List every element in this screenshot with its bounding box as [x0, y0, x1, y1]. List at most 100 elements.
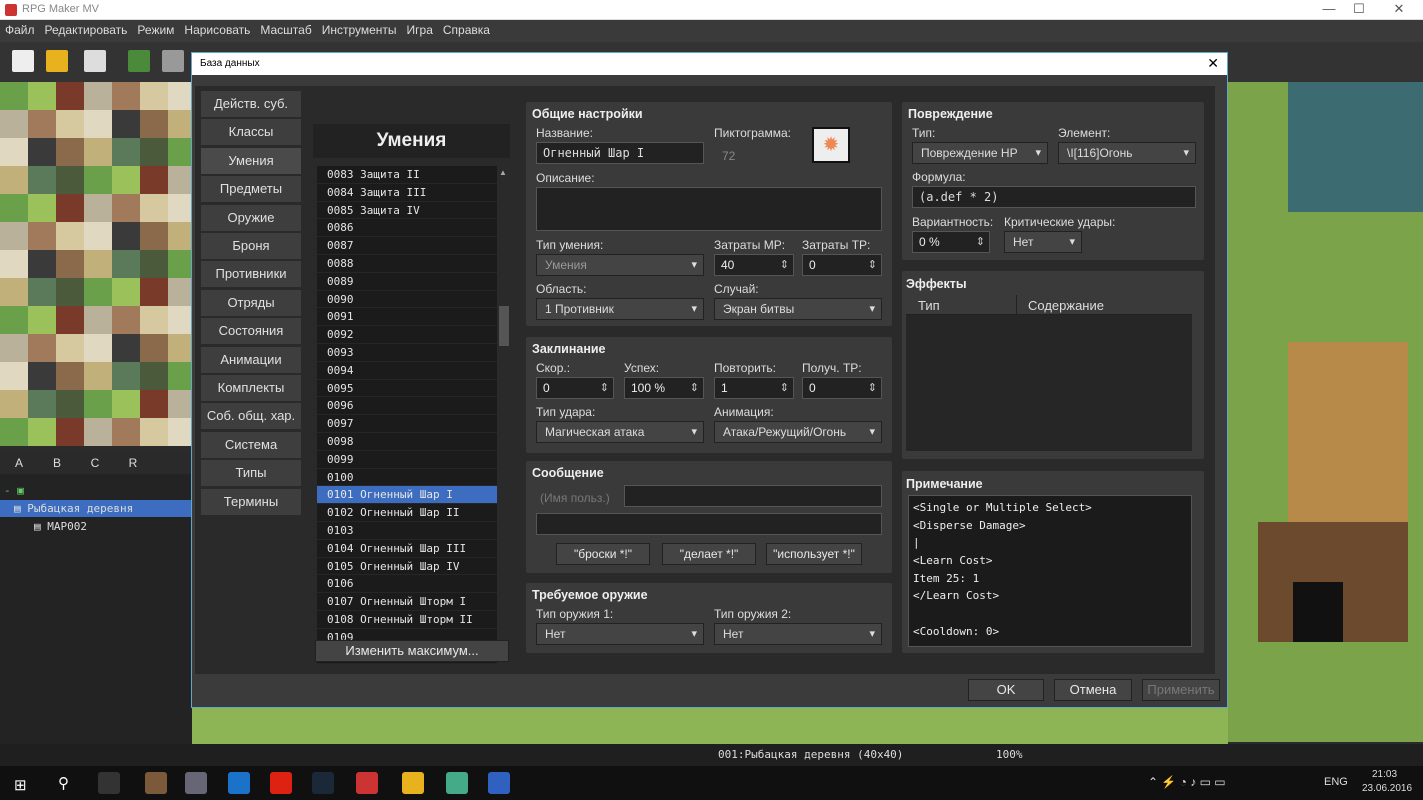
tile[interactable] — [56, 222, 84, 250]
list-item[interactable]: 0100 — [317, 469, 497, 487]
scroll-thumb[interactable] — [499, 306, 509, 346]
taskbar-app-icon[interactable] — [488, 772, 510, 794]
cut-icon[interactable] — [128, 50, 150, 72]
tile[interactable] — [140, 250, 168, 278]
tile[interactable] — [168, 138, 192, 166]
tile[interactable] — [28, 278, 56, 306]
tile[interactable] — [0, 82, 28, 110]
tile[interactable] — [112, 166, 140, 194]
tab-b[interactable]: B — [38, 452, 76, 474]
tile[interactable] — [28, 390, 56, 418]
category-10[interactable]: Комплекты сегм. — [200, 374, 302, 421]
tile[interactable] — [140, 362, 168, 390]
search-icon[interactable]: ⚲ — [58, 774, 69, 792]
tray-date[interactable]: 23.06.2016 — [1362, 783, 1412, 794]
tile[interactable] — [84, 250, 112, 278]
tile[interactable] — [0, 390, 28, 418]
tray-lang[interactable]: ENG — [1324, 776, 1348, 788]
tile[interactable] — [28, 194, 56, 222]
tile[interactable] — [28, 418, 56, 446]
success-spinner[interactable]: 100 % — [624, 377, 704, 399]
list-item[interactable]: 0088 — [317, 255, 497, 273]
tile[interactable] — [112, 362, 140, 390]
map-canvas-bottom[interactable] — [192, 708, 1228, 744]
tile[interactable] — [112, 278, 140, 306]
list-item[interactable]: 0105 Огненный Шар IV — [317, 558, 497, 576]
rpgmaker-taskbar-icon[interactable] — [356, 772, 378, 794]
list-item[interactable]: 0086 — [317, 219, 497, 238]
tile[interactable] — [0, 110, 28, 138]
tile[interactable] — [168, 222, 192, 250]
tile[interactable] — [84, 166, 112, 194]
tile[interactable] — [140, 138, 168, 166]
animation-select[interactable]: Атака/Режущий/Огонь — [714, 421, 882, 443]
list-item[interactable]: 0092 — [317, 326, 497, 344]
tile[interactable] — [140, 390, 168, 418]
tile[interactable] — [28, 166, 56, 194]
tile[interactable] — [56, 110, 84, 138]
menu-mode[interactable]: Режим — [132, 20, 179, 40]
tile[interactable] — [84, 82, 112, 110]
tree-item-map001[interactable]: ▤ Рыбацкая деревня — [0, 500, 192, 517]
menu-draw[interactable]: Нарисовать — [179, 20, 255, 40]
ok-button[interactable]: OK — [968, 679, 1044, 701]
change-max-button[interactable]: Изменить максимум... — [315, 640, 509, 662]
tile[interactable] — [56, 334, 84, 362]
tile[interactable] — [28, 138, 56, 166]
open-project-icon[interactable] — [46, 50, 68, 72]
tile[interactable] — [56, 362, 84, 390]
tile[interactable] — [0, 138, 28, 166]
list-item[interactable]: 0087 — [317, 237, 497, 255]
tile[interactable] — [0, 194, 28, 222]
element-select[interactable]: \I[116]Огонь — [1058, 142, 1196, 164]
tile[interactable] — [84, 222, 112, 250]
list-item[interactable]: 0104 Огненный Шар III — [317, 540, 497, 558]
opera-icon[interactable] — [270, 772, 292, 794]
tile[interactable] — [112, 110, 140, 138]
scroll-up-icon[interactable]: ▲ — [499, 168, 509, 178]
tile[interactable] — [84, 418, 112, 446]
list-item[interactable]: 0103 — [317, 522, 497, 540]
tile[interactable] — [140, 278, 168, 306]
category-6[interactable]: Противники — [200, 260, 302, 289]
project-root-icon[interactable]: - ▣ — [4, 482, 24, 499]
menu-edit[interactable]: Редактировать — [40, 20, 133, 40]
skill-type-select[interactable]: Умения — [536, 254, 704, 276]
tile[interactable] — [0, 306, 28, 334]
occasion-select[interactable]: Экран битвы — [714, 298, 882, 320]
tile[interactable] — [0, 362, 28, 390]
tile[interactable] — [84, 306, 112, 334]
effects-table[interactable]: Тип Содержание — [906, 295, 1192, 451]
tile[interactable] — [56, 194, 84, 222]
list-item[interactable]: 0099 — [317, 451, 497, 469]
tile[interactable] — [112, 250, 140, 278]
tile[interactable] — [168, 82, 192, 110]
menu-help[interactable]: Справка — [438, 20, 495, 40]
list-item[interactable]: 0097 — [317, 415, 497, 433]
tile[interactable] — [56, 306, 84, 334]
description-field[interactable] — [536, 187, 882, 231]
category-13[interactable]: Типы — [200, 459, 302, 488]
tray-time[interactable]: 21:03 — [1372, 769, 1397, 780]
maximize-icon[interactable]: ☐ — [1340, 0, 1378, 20]
tile[interactable] — [168, 306, 192, 334]
tile[interactable] — [84, 138, 112, 166]
cancel-button[interactable]: Отмена — [1054, 679, 1132, 701]
tile[interactable] — [140, 222, 168, 250]
hit-type-select[interactable]: Магическая атака — [536, 421, 704, 443]
save-project-icon[interactable] — [84, 50, 106, 72]
tab-r[interactable]: R — [114, 452, 152, 474]
list-item[interactable]: 0098 — [317, 433, 497, 451]
copy-icon[interactable] — [162, 50, 184, 72]
list-item[interactable]: 0096 — [317, 397, 497, 416]
tile[interactable] — [28, 306, 56, 334]
category-12[interactable]: Система — [200, 430, 302, 459]
tile[interactable] — [56, 82, 84, 110]
msg-uses-button[interactable]: "использует *!" — [766, 543, 862, 565]
list-item[interactable]: 0108 Огненный Шторм II — [317, 611, 497, 629]
list-item[interactable]: 0094 — [317, 362, 497, 380]
list-item[interactable]: 0085 Защита IV — [317, 202, 497, 220]
tile[interactable] — [112, 390, 140, 418]
tile-palette[interactable] — [0, 82, 192, 452]
tile[interactable] — [84, 110, 112, 138]
